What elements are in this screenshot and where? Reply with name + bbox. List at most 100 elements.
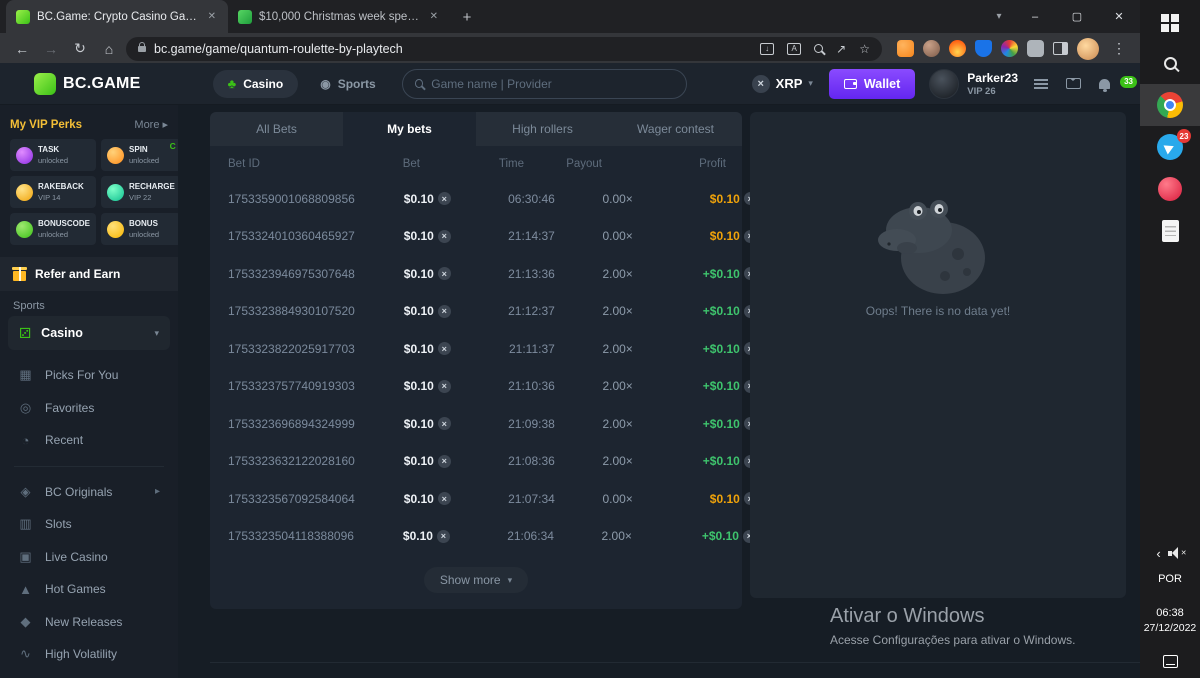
table-row[interactable]: 1753323696894324999 $0.10 21:09:38 2.00×… (210, 405, 742, 443)
close-tab-icon[interactable]: ✕ (206, 9, 218, 24)
notes-app-taskbar-button[interactable] (1140, 210, 1200, 252)
user-profile[interactable]: Parker23 VIP 26 (929, 69, 1018, 99)
table-row[interactable]: 1753323504118388096 $0.10 21:06:34 2.00×… (210, 518, 742, 556)
install-icon[interactable]: ↓ (760, 43, 774, 55)
bet-list-icon[interactable] (1034, 79, 1048, 89)
new-tab-button[interactable]: + (454, 5, 480, 29)
browser-profile-avatar[interactable] (1077, 38, 1099, 60)
taskbar-expand-chevron-icon[interactable]: ‹ (1156, 546, 1160, 561)
vip-perk-card[interactable]: BONUS unlocked (101, 213, 178, 245)
sidebar-toggle-button[interactable] (12, 78, 24, 90)
user-avatar[interactable] (929, 69, 959, 99)
tab-search-icon[interactable]: ▾ (984, 11, 1014, 22)
share-icon[interactable]: ↗ (836, 42, 846, 56)
vip-perk-card[interactable]: RECHARGE VIP 22 (101, 176, 178, 208)
search-icon (415, 79, 424, 88)
sidebar-menu-item[interactable]: ◆ New Releases (0, 606, 178, 639)
taskbar-search-button[interactable] (1140, 42, 1200, 84)
language-indicator[interactable]: POR (1158, 573, 1182, 585)
sidebar: My VIP Perks More ▸ TASK unlocked (0, 105, 178, 678)
sidebar-menu-item[interactable]: ◎ Favorites (0, 392, 178, 425)
close-tab-icon[interactable]: ✕ (428, 9, 440, 24)
action-center-icon[interactable] (1163, 655, 1178, 668)
minimize-button[interactable]: – (1014, 0, 1056, 33)
perk-status: VIP 22 (129, 193, 175, 202)
back-icon[interactable]: ← (10, 37, 34, 61)
table-row[interactable]: 1753323822025917703 $0.10 21:11:37 2.00×… (210, 330, 742, 368)
sidebar-menu-item[interactable]: ▣ Live Casino (0, 541, 178, 574)
shield-extension-icon[interactable] (975, 40, 992, 57)
col-payout: Payout (566, 158, 602, 170)
volume-muted-icon[interactable]: ✕ (1168, 547, 1184, 559)
fire-extension-icon[interactable] (949, 40, 966, 57)
vip-more-link[interactable]: More ▸ (134, 118, 168, 131)
bookmark-star-icon[interactable]: ☆ (859, 42, 870, 56)
sidebar-menu-item[interactable]: ◈ BC Originals ▸ (0, 476, 178, 509)
table-row[interactable]: 1753359001068809856 $0.10 06:30:46 0.00×… (210, 180, 742, 218)
game-search[interactable] (402, 69, 687, 99)
url-text[interactable]: bc.game/game/quantum-roulette-by-playtec… (154, 42, 403, 56)
menu-item-icon: ▦ (18, 367, 33, 383)
mail-icon[interactable] (1066, 78, 1081, 89)
bets-tab-bar: All Bets My bets High rollers Wager cont… (210, 112, 742, 146)
sidebar-menu-item[interactable]: ◔ Recent (0, 424, 178, 457)
sidebar-menu-item[interactable]: ▲ Hot Games (0, 573, 178, 606)
telegram-taskbar-button[interactable]: 23 (1140, 126, 1200, 168)
bell-icon[interactable] (1099, 79, 1110, 89)
table-row[interactable]: 1753323757740919303 $0.10 21:10:36 2.00×… (210, 368, 742, 406)
metamask-extension-icon[interactable] (897, 40, 914, 57)
translate-icon[interactable]: A (787, 43, 801, 55)
refresh-icon[interactable]: ↻ (68, 37, 92, 61)
browser-tab-bcgame[interactable]: BC.Game: Crypto Casino Games ✕ (6, 0, 228, 33)
forward-icon[interactable]: → (39, 37, 63, 61)
bets-tab[interactable]: All Bets (210, 112, 343, 146)
zoom-icon[interactable] (814, 44, 823, 53)
red-app-taskbar-button[interactable] (1140, 168, 1200, 210)
clock[interactable]: 06:38 27/12/2022 (1144, 605, 1197, 637)
maximize-button[interactable]: ▢ (1056, 0, 1098, 33)
vip-perk-card[interactable]: RAKEBACK VIP 14 (10, 176, 96, 208)
vip-perk-card[interactable]: SPIN unlocked C (101, 139, 178, 171)
close-window-button[interactable]: ✕ (1098, 0, 1140, 33)
bets-tab[interactable]: Wager contest (609, 112, 742, 146)
extensions-puzzle-icon[interactable] (1027, 40, 1044, 57)
game-search-input[interactable] (431, 77, 673, 91)
sidebar-menu-item[interactable]: ▦ Picks For You (0, 359, 178, 392)
bets-tab[interactable]: High rollers (476, 112, 609, 146)
chevron-down-icon: ▾ (154, 328, 159, 339)
table-row[interactable]: 1753323632122028160 $0.10 21:08:36 2.00×… (210, 443, 742, 481)
start-button[interactable] (1140, 0, 1200, 42)
bets-tab[interactable]: My bets (343, 112, 476, 146)
nav-sports-tab[interactable]: ◉ Sports (320, 77, 376, 91)
colorful-extension-icon[interactable] (1001, 40, 1018, 57)
sidebar-section-casino[interactable]: ⚂ Casino ▾ (8, 316, 170, 350)
monkey-extension-icon[interactable] (923, 40, 940, 57)
perk-icon (16, 184, 33, 201)
sidebar-section-sports[interactable]: Sports (13, 300, 165, 312)
sidebar-menu-item[interactable]: ∿ High Volatility (0, 638, 178, 671)
nav-casino-tab[interactable]: ♣ Casino (213, 70, 299, 98)
bet-id: 1753323757740919303 (228, 379, 355, 393)
sidebar-menu-item[interactable]: ▥ Slots (0, 508, 178, 541)
bet-id: 1753359001068809856 (228, 192, 355, 206)
address-bar[interactable]: bc.game/game/quantum-roulette-by-playtec… (126, 37, 882, 61)
table-row[interactable]: 1753323567092584064 $0.10 21:07:34 0.00×… (210, 480, 742, 518)
side-panel-icon[interactable] (1053, 42, 1068, 55)
show-more-button[interactable]: Show more ▾ (424, 567, 528, 593)
browser-tab-promo[interactable]: $10,000 Christmas week special ✕ (228, 0, 450, 33)
chrome-taskbar-button[interactable] (1140, 84, 1200, 126)
table-row[interactable]: 1753324010360465927 $0.10 21:14:37 0.00×… (210, 218, 742, 256)
browser-menu-icon[interactable]: ⋮ (1108, 40, 1130, 57)
vip-perk-card[interactable]: TASK unlocked (10, 139, 96, 171)
bet-id: 1753323632122028160 (228, 454, 355, 468)
table-row[interactable]: 1753323946975307648 $0.10 21:13:36 2.00×… (210, 255, 742, 293)
home-icon[interactable]: ⌂ (97, 37, 121, 61)
table-row[interactable]: 1753323884930107520 $0.10 21:12:37 2.00×… (210, 293, 742, 331)
currency-selector[interactable]: × XRP ▾ (752, 75, 813, 93)
sidebar-menu-item[interactable]: ◉ Feature Buyin (0, 671, 178, 678)
bcgame-logo[interactable]: BC.GAME (34, 73, 141, 95)
bet-id: 1753323696894324999 (228, 417, 355, 431)
wallet-button[interactable]: Wallet (829, 69, 915, 99)
refer-and-earn-button[interactable]: Refer and Earn (0, 257, 178, 291)
vip-perk-card[interactable]: BONUSCODE unlocked (10, 213, 96, 245)
